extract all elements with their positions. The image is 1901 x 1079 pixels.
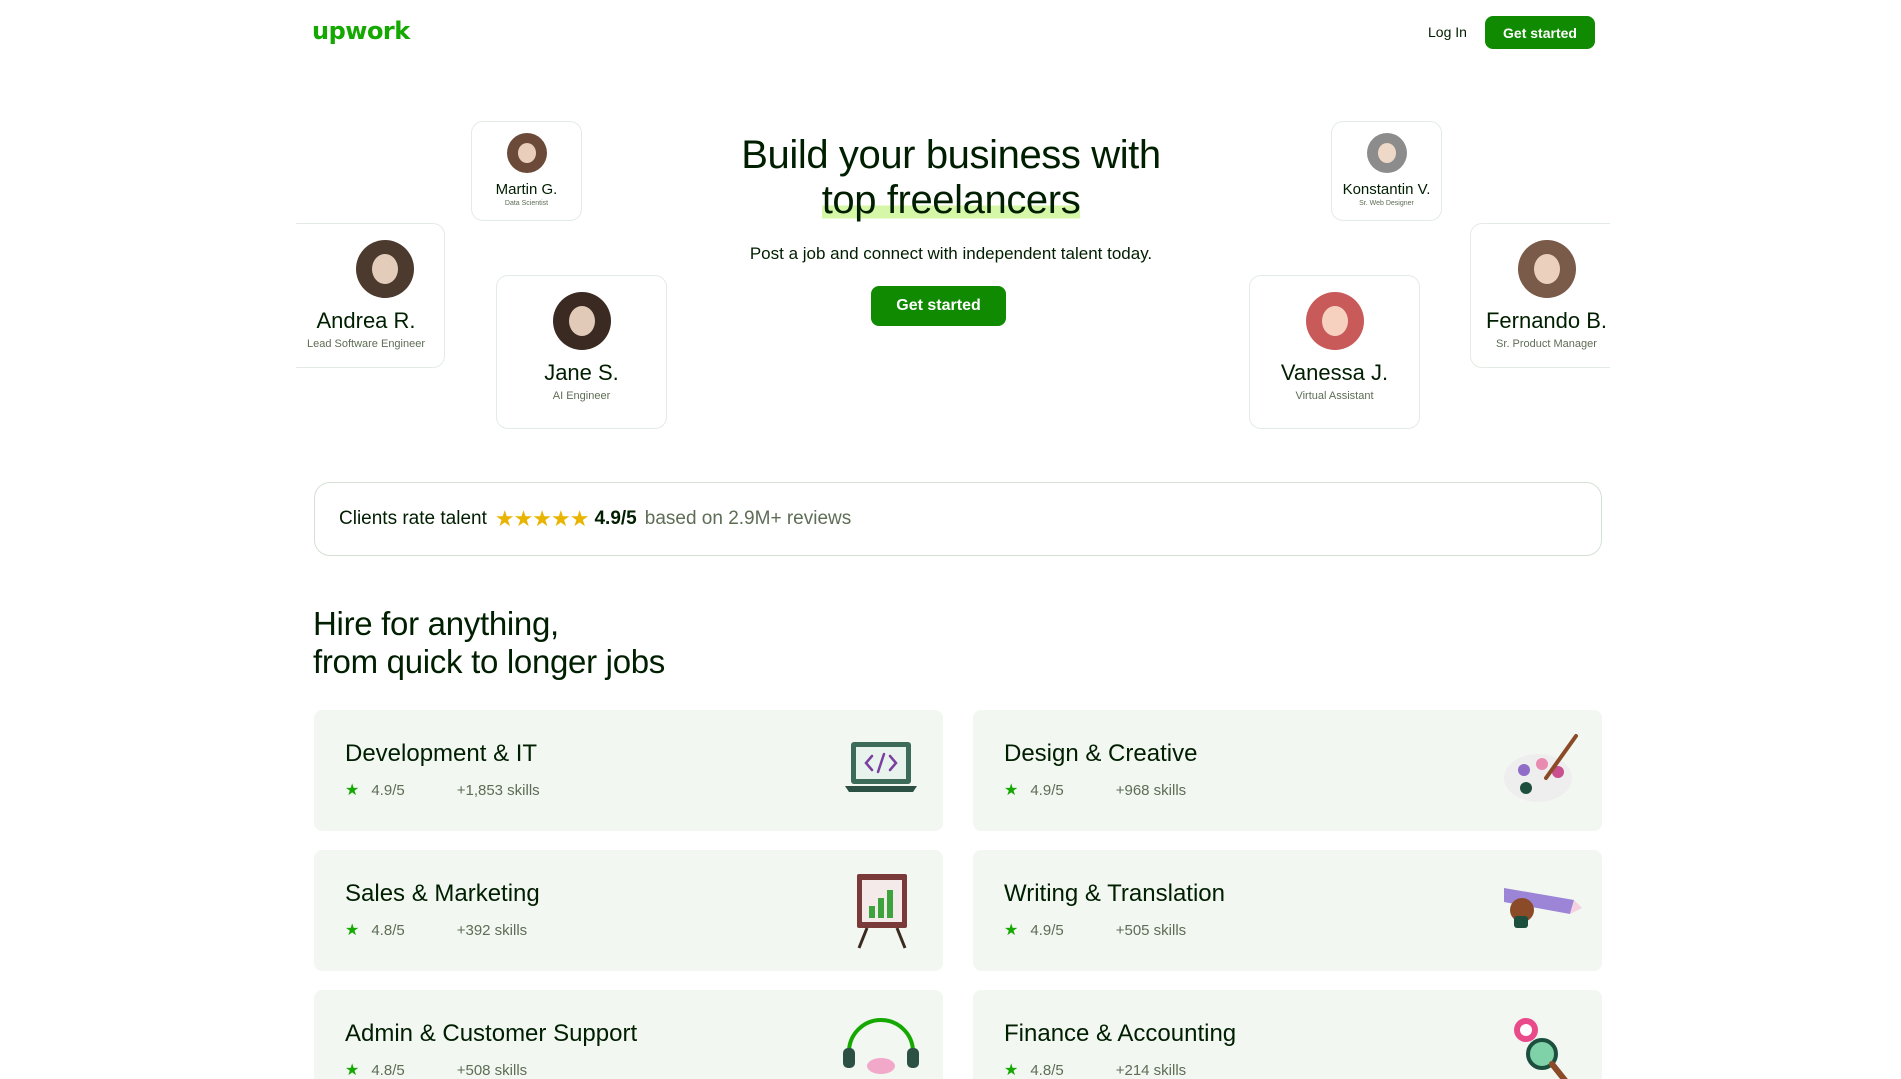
category-name: Writing & Translation — [1004, 880, 1225, 907]
avatar — [1517, 240, 1576, 298]
star-icon: ★ — [345, 1062, 360, 1079]
category-name: Design & Creative — [1004, 740, 1198, 767]
category-card-development[interactable]: Development & IT ★ 4.9/5 +1,853 skills — [314, 710, 943, 831]
rating-label: Clients rate talent — [339, 508, 487, 529]
star-icon: ★ — [345, 782, 360, 799]
category-rating: 4.8/5 — [371, 921, 405, 939]
star-icon: ★ — [1004, 782, 1019, 799]
freelancer-name: Fernando B. — [1485, 308, 1608, 333]
category-card-sales[interactable]: Sales & Marketing ★ 4.8/5 +392 skills — [314, 850, 943, 971]
headset-icon — [843, 1018, 919, 1074]
category-name: Development & IT — [345, 740, 538, 767]
category-rating: 4.8/5 — [1030, 1061, 1064, 1079]
header-get-started-button[interactable]: Get started — [1485, 16, 1595, 49]
login-link[interactable]: Log In — [1428, 24, 1467, 40]
hero-title: Build your business with top freelancers — [620, 133, 1282, 223]
category-rating: 4.9/5 — [1030, 921, 1064, 939]
chart-easel-icon — [857, 874, 907, 949]
freelancer-card: Martin G. Data Scientist — [471, 121, 582, 221]
freelancer-name: Konstantin V. — [1342, 181, 1431, 198]
category-skills: +505 skills — [1115, 921, 1187, 939]
section-title-line2: from quick to longer jobs — [313, 643, 666, 680]
category-card-writing[interactable]: Writing & Translation ★ 4.9/5 +505 skill… — [973, 850, 1602, 971]
laptop-code-icon — [845, 742, 917, 792]
freelancer-name: Jane S. — [544, 360, 619, 385]
rating-banner: Clients rate talent ★★★★★ 4.9/5 based on… — [314, 482, 1602, 556]
upwork-logo[interactable]: upwork — [312, 17, 410, 45]
avatar — [1305, 292, 1364, 350]
category-meta: ★ 4.9/5 +968 skills — [1004, 780, 1186, 800]
section-title: Hire for anything, from quick to longer … — [313, 605, 665, 681]
star-icon: ★ — [1004, 1062, 1019, 1079]
category-meta: ★ 4.9/5 +505 skills — [1004, 920, 1186, 940]
pencil-hand-icon — [1504, 888, 1582, 928]
avatar — [552, 292, 611, 350]
rating-score: 4.9/5 — [594, 508, 637, 529]
freelancer-role: AI Engineer — [552, 390, 611, 402]
star-icon: ★ — [345, 922, 360, 939]
category-card-finance[interactable]: Finance & Accounting ★ 4.8/5 +214 skills — [973, 990, 1602, 1079]
category-skills: +508 skills — [456, 1061, 528, 1079]
category-rating: 4.9/5 — [371, 781, 405, 799]
category-meta: ★ 4.8/5 +508 skills — [345, 1060, 527, 1079]
category-skills: +214 skills — [1115, 1061, 1187, 1079]
freelancer-role: Sr. Product Manager — [1496, 338, 1597, 350]
palette-icon — [1504, 734, 1578, 802]
hero-subtitle: Post a job and connect with independent … — [749, 244, 1153, 263]
star-rating-icon: ★★★★★ — [494, 506, 590, 531]
magnifier-icon — [1514, 1018, 1568, 1079]
freelancer-name: Andrea R. — [316, 308, 416, 333]
avatar — [356, 240, 414, 298]
freelancer-name: Martin G. — [495, 181, 558, 198]
avatar — [506, 133, 547, 173]
category-rating: 4.9/5 — [1030, 781, 1064, 799]
avatar — [1366, 133, 1407, 173]
category-name: Sales & Marketing — [345, 880, 540, 907]
freelancer-card: Jane S. AI Engineer — [496, 275, 667, 429]
hero-title-line1: Build your business with — [741, 133, 1161, 177]
hero-get-started-button[interactable]: Get started — [871, 286, 1006, 326]
category-meta: ★ 4.8/5 +214 skills — [1004, 1060, 1186, 1079]
category-meta: ★ 4.8/5 +392 skills — [345, 920, 527, 940]
category-card-design[interactable]: Design & Creative ★ 4.9/5 +968 skills — [973, 710, 1602, 831]
freelancer-role: Data Scientist — [504, 200, 549, 207]
category-name: Admin & Customer Support — [345, 1020, 638, 1047]
freelancer-role: Virtual Assistant — [1295, 390, 1374, 402]
category-rating: 4.8/5 — [371, 1061, 405, 1079]
category-card-admin[interactable]: Admin & Customer Support ★ 4.8/5 +508 sk… — [314, 990, 943, 1079]
rating-reviews-count: based on 2.9M+ reviews — [644, 508, 852, 529]
freelancer-role: Sr. Web Designer — [1359, 200, 1414, 207]
freelancer-card: Konstantin V. Sr. Web Designer — [1331, 121, 1442, 221]
category-skills: +392 skills — [456, 921, 528, 939]
category-meta: ★ 4.9/5 +1,853 skills — [345, 780, 540, 800]
freelancer-name: Vanessa J. — [1280, 360, 1389, 385]
freelancer-card: Fernando B. Sr. Product Manager — [1470, 223, 1610, 368]
category-name: Finance & Accounting — [1004, 1020, 1237, 1047]
star-icon: ★ — [1004, 922, 1019, 939]
section-title-line1: Hire for anything, — [313, 605, 559, 642]
freelancer-card: Andrea R. Lead Software Engineer — [296, 223, 445, 368]
freelancer-role: Lead Software Engineer — [306, 338, 426, 350]
category-skills: +968 skills — [1115, 781, 1187, 799]
hero-title-highlight: top freelancers — [821, 178, 1081, 222]
category-skills: +1,853 skills — [456, 781, 540, 799]
freelancer-card: Vanessa J. Virtual Assistant — [1249, 275, 1420, 429]
